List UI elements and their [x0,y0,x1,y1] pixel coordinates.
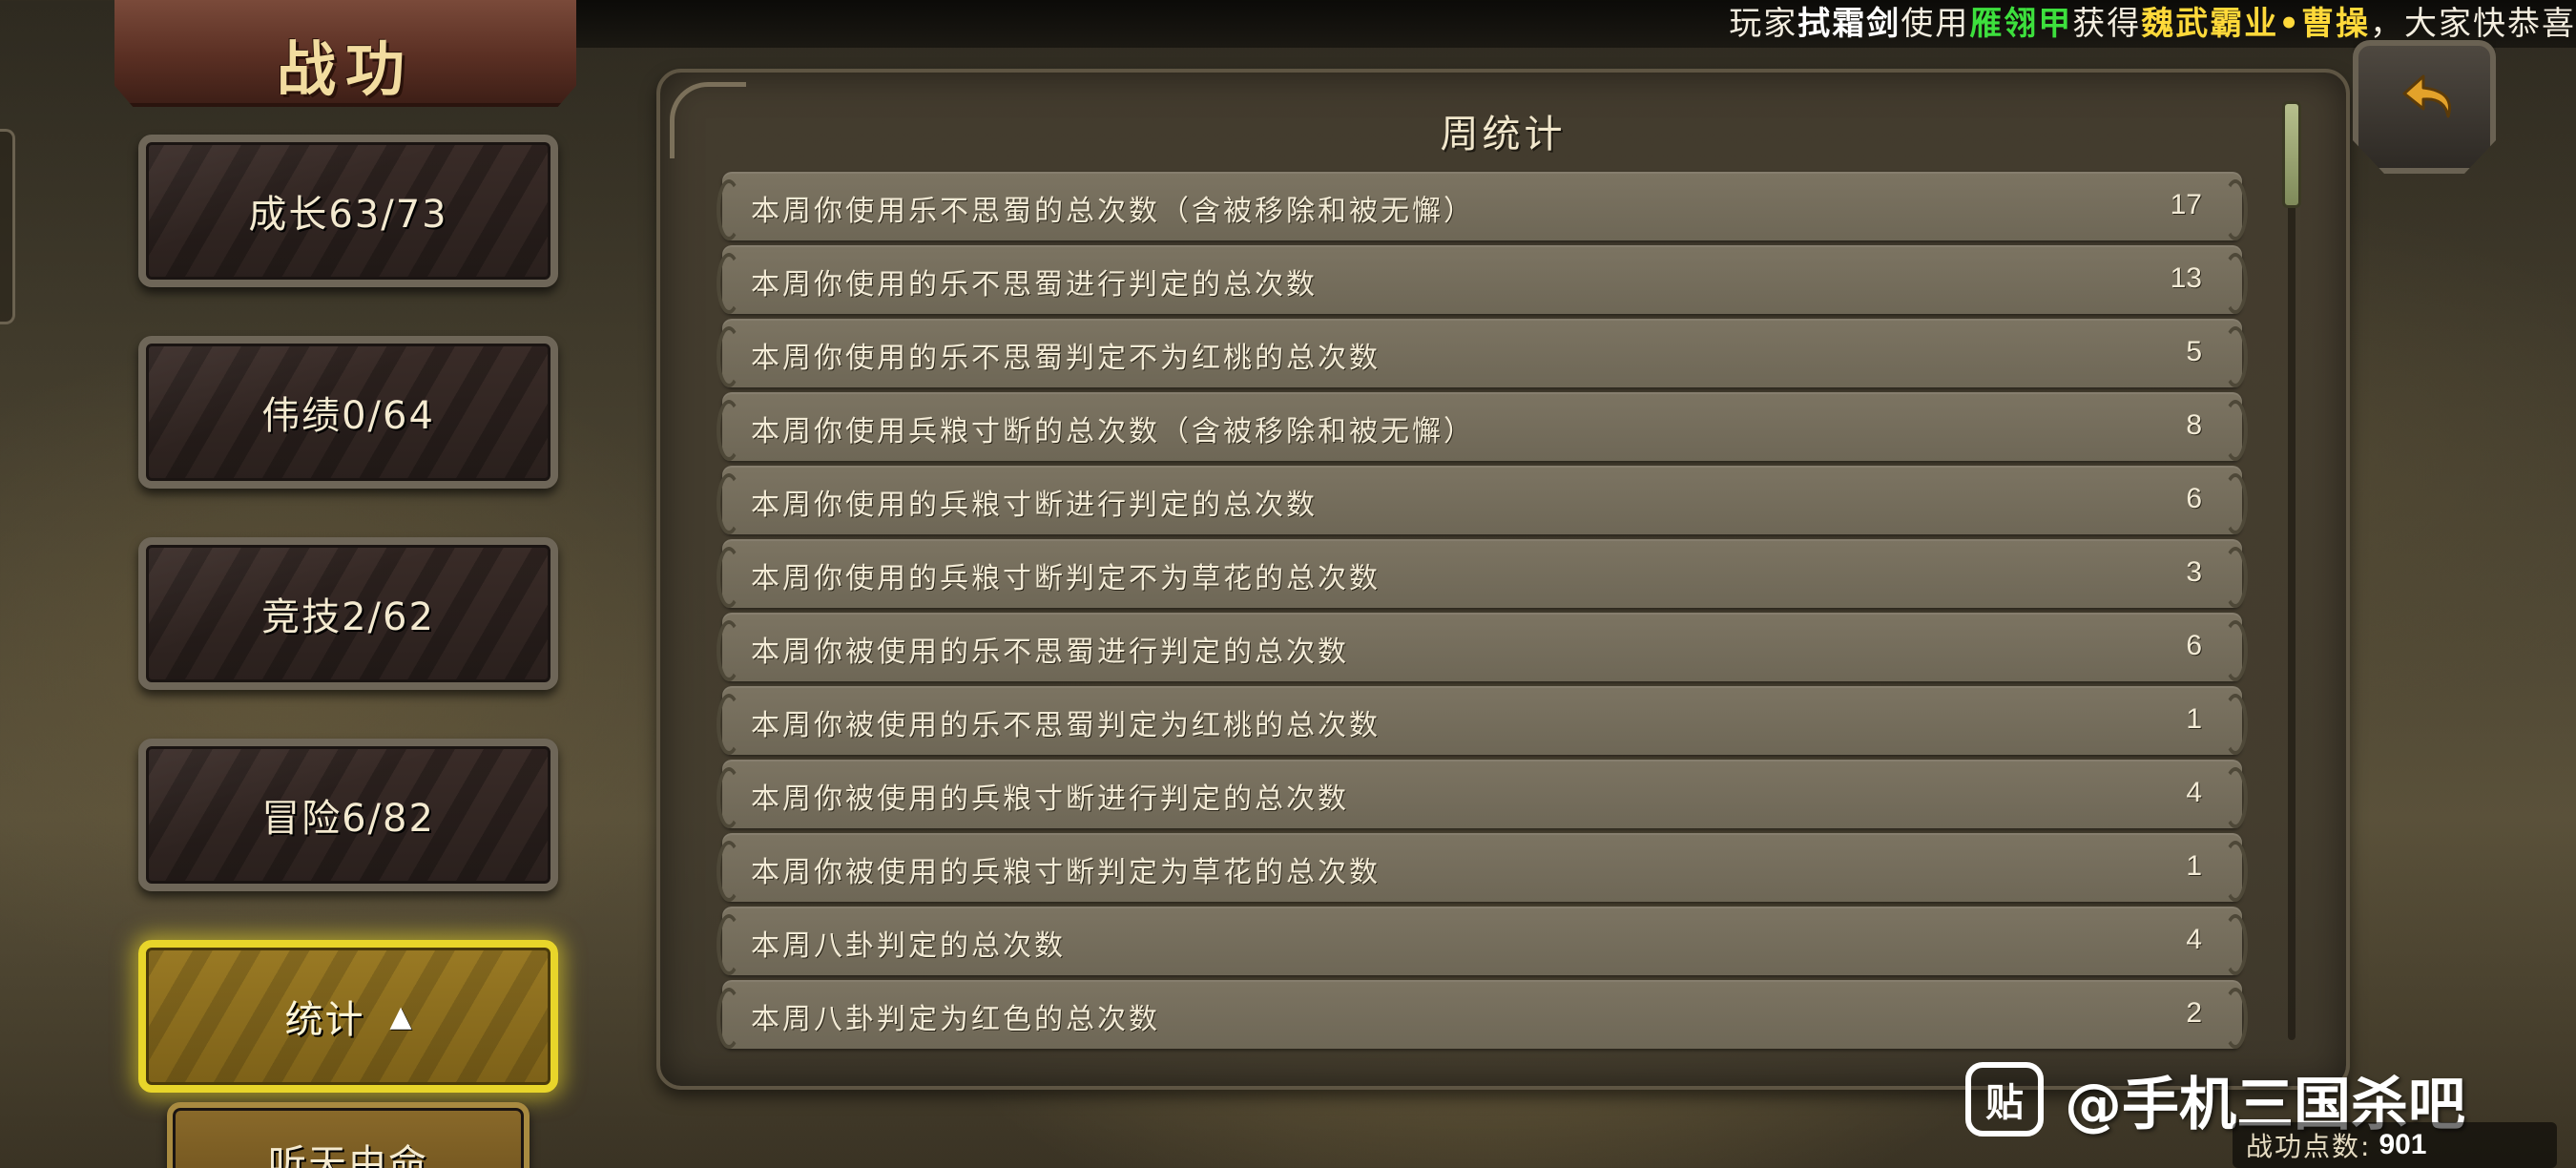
sidebar-item-achievements[interactable]: 伟绩0/64 [138,336,558,489]
tieba-logo-icon: 贴 [1965,1062,2044,1137]
stats-row: 本周你使用的兵粮寸断判定不为草花的总次数 3 [717,539,2248,608]
points-label: 战功点数: [2246,1131,2372,1162]
stats-row-value: 8 [2186,409,2202,441]
broadcast-verb: 使用 [1901,5,1970,43]
stats-row-value: 13 [2170,262,2202,294]
stats-row: 本周你被使用的兵粮寸断判定为草花的总次数 1 [717,833,2248,902]
stats-row: 本周你被使用的乐不思蜀判定为红桃的总次数 1 [717,686,2248,755]
stats-row-label: 本周你使用的兵粮寸断进行判定的总次数 [751,489,1318,522]
stats-row-value: 3 [2186,556,2202,588]
stats-row: 本周八卦判定为红色的总次数 2 [717,980,2248,1049]
stats-row-value: 4 [2186,777,2202,808]
stats-row-value: 5 [2186,336,2202,367]
stats-row-value: 6 [2186,630,2202,661]
scrollbar-thumb[interactable] [2282,101,2301,208]
sidebar-item-label: 冒险6/82 [261,797,435,841]
broadcast-item: 雁翎甲 [1969,5,2073,43]
title-plaque: 战功 [114,0,576,107]
points-value: 901 [2379,1129,2427,1160]
sidebar-item-competitive[interactable]: 竞技2/62 [138,537,558,690]
stats-row: 本周你使用的兵粮寸断进行判定的总次数 6 [717,466,2248,534]
stats-row-label: 本周八卦判定的总次数 [751,929,1066,963]
stats-list[interactable]: 本周你使用乐不思蜀的总次数（含被移除和被无懈） 17 本周你使用的乐不思蜀进行判定… [717,172,2248,1053]
stats-row: 本周你使用的乐不思蜀判定不为红桃的总次数 5 [717,319,2248,387]
stats-row: 本周你使用兵粮寸断的总次数（含被移除和被无懈） 8 [717,392,2248,461]
broadcast-skin: 魏武霸业•曹操 [2141,5,2370,43]
sidebar-item-adventure[interactable]: 冒险6/82 [138,739,558,891]
stats-row-label: 本周你使用兵粮寸断的总次数（含被移除和被无懈） [751,415,1475,448]
stats-row-label: 本周你被使用的兵粮寸断判定为草花的总次数 [751,856,1381,889]
watermark-logo-glyph: 贴 [1985,1081,2024,1125]
stats-row: 本周你被使用的乐不思蜀进行判定的总次数 6 [717,613,2248,681]
broadcast-get: 获得 [2072,5,2142,43]
broadcast-bar: 玩家拭霜剑使用雁翎甲获得魏武霸业•曹操，大家快恭喜 [572,0,2576,48]
stats-row-value: 2 [2186,997,2202,1029]
stats-row-value: 17 [2170,189,2202,220]
stats-row-label: 本周你使用乐不思蜀的总次数（含被移除和被无懈） [751,195,1475,228]
sidebar-item-statistics[interactable]: 统计 ▲ [138,940,558,1093]
broadcast-prefix: 玩家 [1729,5,1798,43]
sidebar-item-label: 统计 [284,998,365,1042]
stats-row: 本周你使用乐不思蜀的总次数（含被移除和被无懈） 17 [717,172,2248,240]
stats-row: 本周八卦判定的总次数 4 [717,907,2248,975]
caret-up-icon: ▲ [389,999,412,1033]
stats-row-label: 本周你被使用的乐不思蜀判定为红桃的总次数 [751,709,1381,742]
sidebar-item-label: 竞技2/62 [261,595,435,639]
stats-row-label: 本周你被使用的乐不思蜀进行判定的总次数 [751,636,1349,669]
stats-row: 本周你被使用的兵粮寸断进行判定的总次数 4 [717,760,2248,828]
stats-row-label: 本周你使用的兵粮寸断判定不为草花的总次数 [751,562,1381,595]
back-button[interactable] [2353,40,2496,174]
sidebar-item-growth[interactable]: 成长63/73 [138,135,558,287]
stats-row-label: 本周你使用的乐不思蜀判定不为红桃的总次数 [751,342,1381,375]
broadcast-suffix: ，大家快恭喜 [2370,5,2576,43]
stats-row-value: 6 [2186,483,2202,514]
stats-row-value: 1 [2186,703,2202,735]
points-display: 战功点数: 901 [2233,1122,2557,1168]
panel-heading: 周统计 [1440,113,1567,156]
stats-row-value: 1 [2186,850,2202,882]
sidebar-subitem-fate[interactable]: 听天由命 [167,1102,530,1168]
page-title: 战功 [276,34,414,104]
scrollbar-track[interactable] [2288,103,2296,1040]
broadcast-message: 玩家拭霜剑使用雁翎甲获得魏武霸业•曹操，大家快恭喜 [1729,4,2576,44]
stats-row-value: 4 [2186,924,2202,955]
broadcast-player: 拭霜剑 [1797,5,1901,43]
sidebar-item-label: 成长63/73 [248,193,448,237]
left-edge-tab[interactable] [0,129,15,324]
stats-row-label: 本周八卦判定为红色的总次数 [751,1003,1160,1036]
stats-row: 本周你使用的乐不思蜀进行判定的总次数 13 [717,245,2248,314]
stats-row-label: 本周你被使用的兵粮寸断进行判定的总次数 [751,782,1349,816]
stats-row-label: 本周你使用的乐不思蜀进行判定的总次数 [751,268,1318,302]
sidebar-item-label: 伟绩0/64 [261,394,435,438]
sidebar-item-label: 听天由命 [268,1142,428,1168]
back-arrow-icon [2402,74,2451,118]
